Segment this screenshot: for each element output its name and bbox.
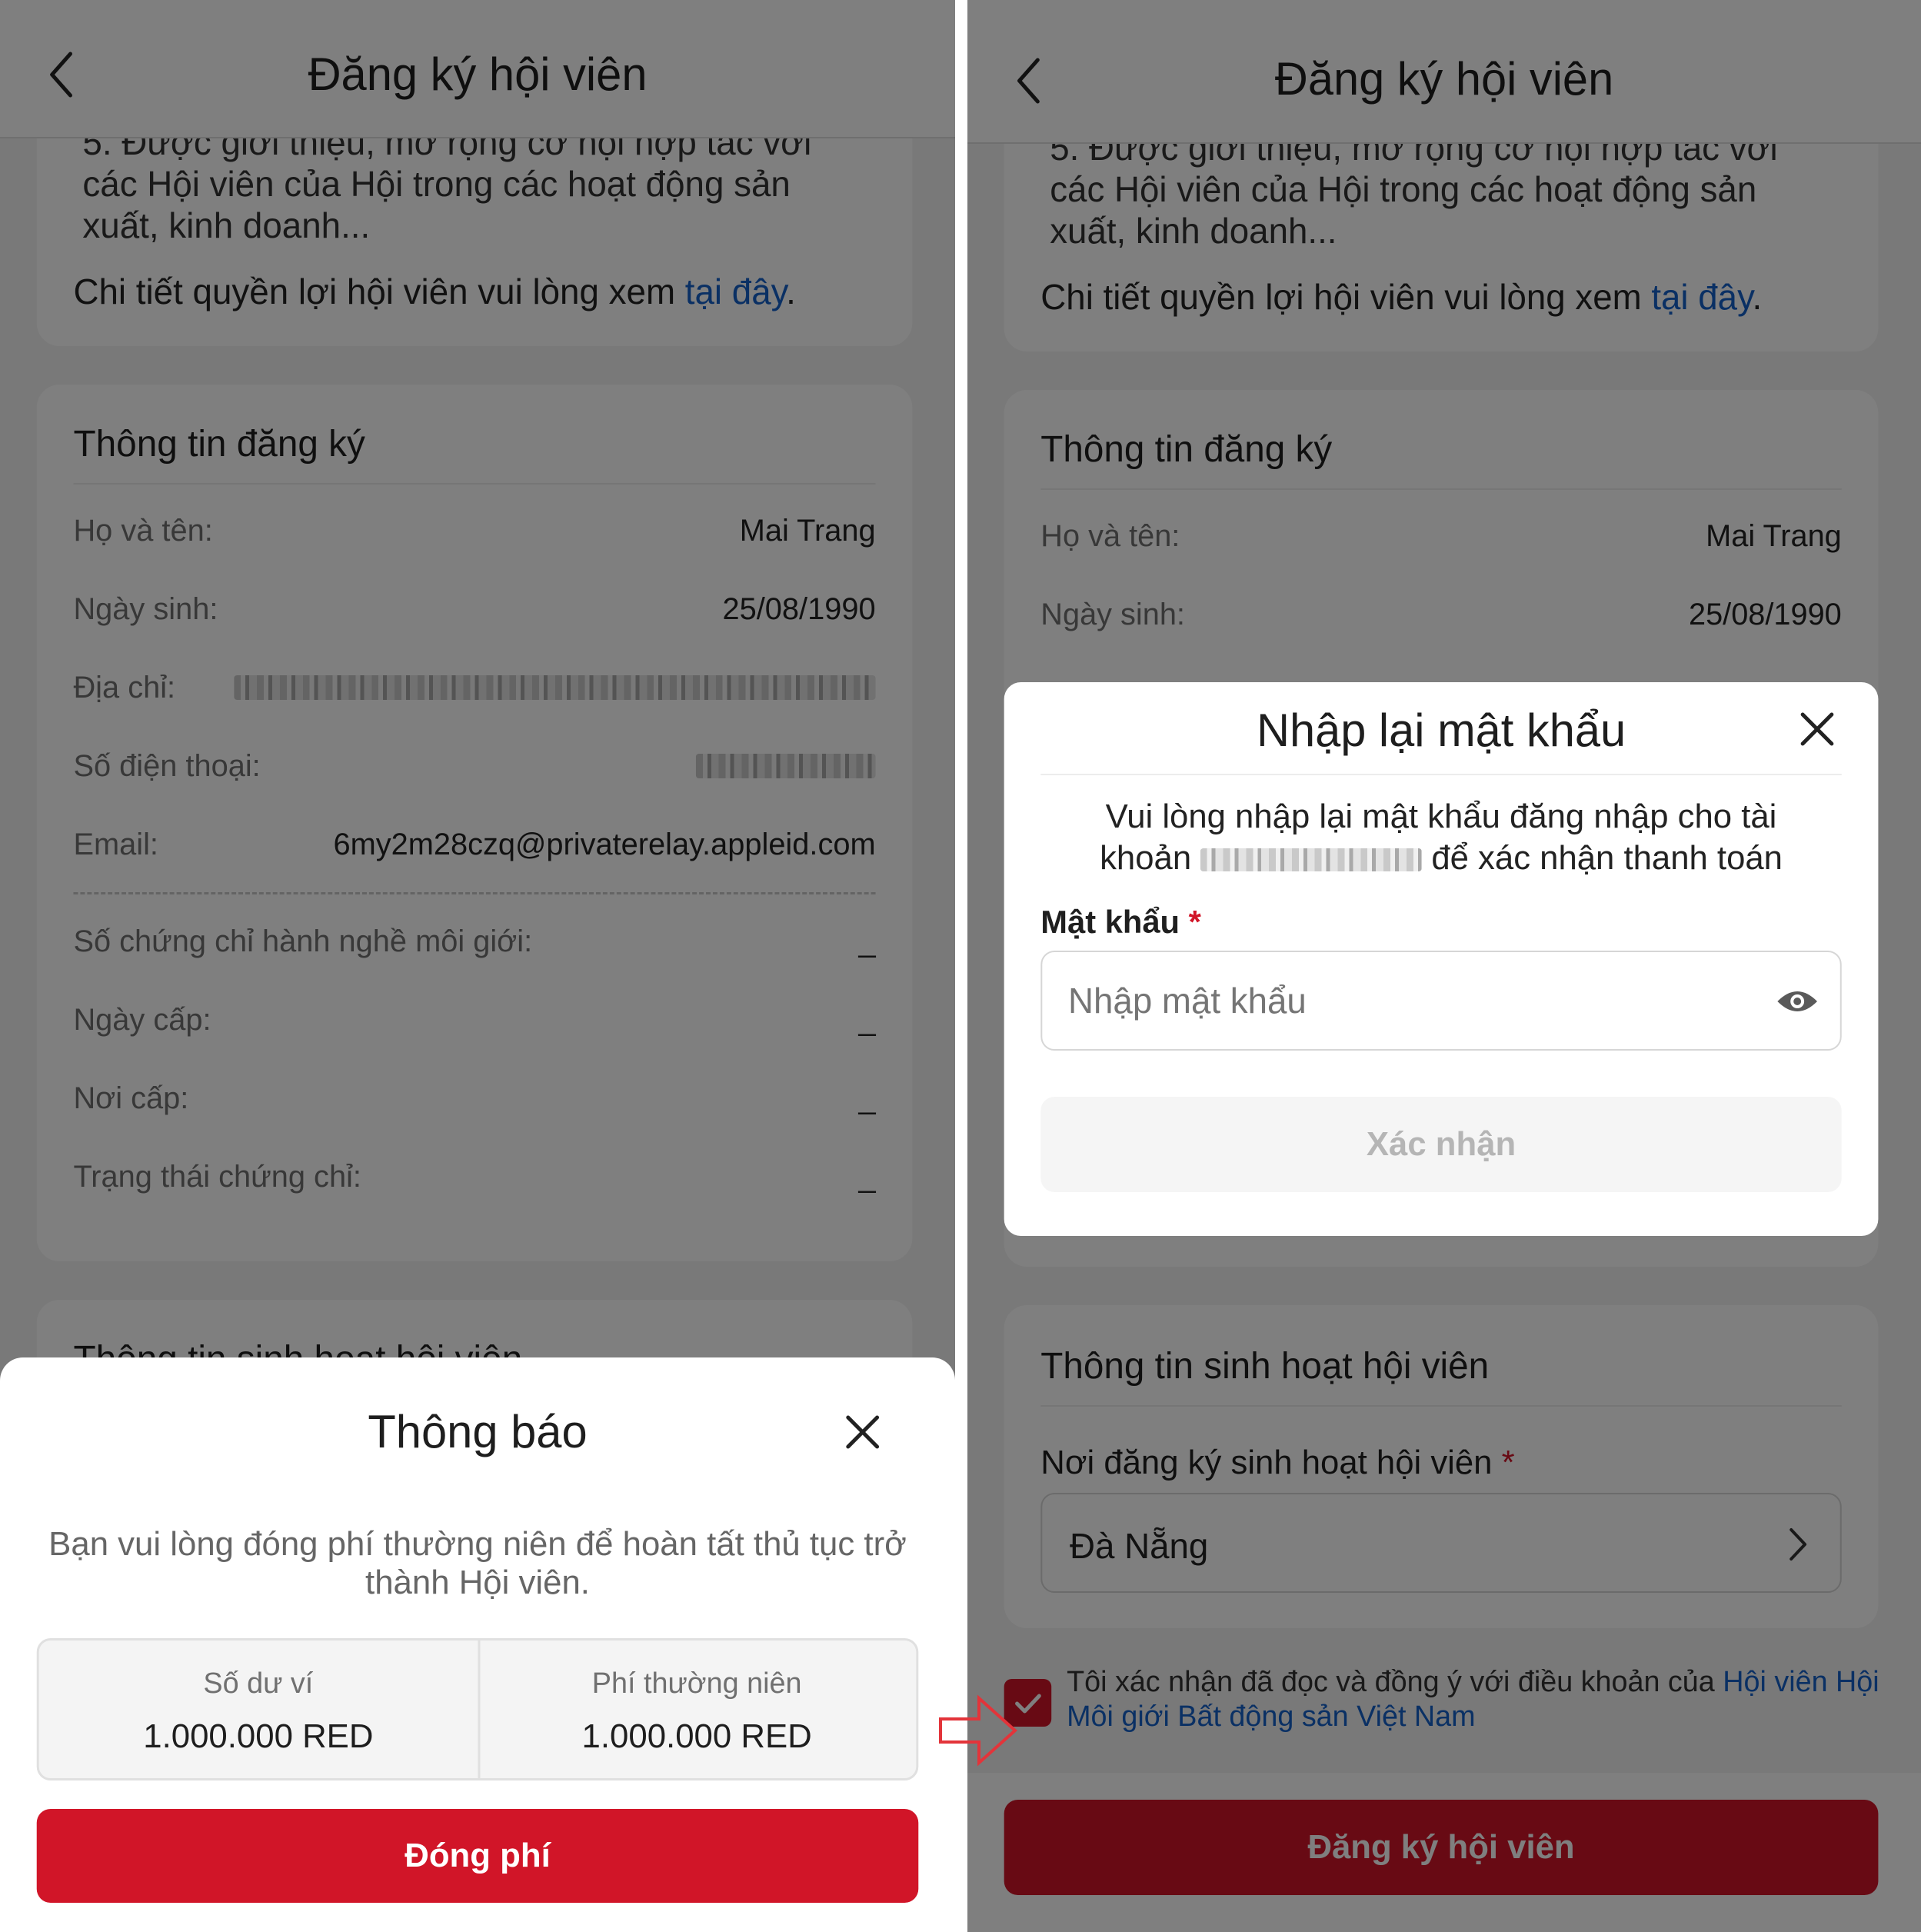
password-label-text: Mật khẩu (1040, 904, 1180, 940)
close-icon (846, 1415, 880, 1449)
modal-message-line2: khoản để xác nhận thanh toán (1004, 839, 1879, 878)
modal-message-line1: Vui lòng nhập lại mật khẩu đăng nhập cho… (1105, 798, 1777, 835)
notice-title: Thông báo (368, 1406, 588, 1457)
confirm-button[interactable]: Xác nhận (1040, 1097, 1842, 1192)
modal-title: Nhập lại mật khẩu (1256, 705, 1626, 756)
fee-value: 1.000.000 RED (581, 1717, 812, 1755)
required-mark: * (1188, 904, 1201, 940)
red-arrow-icon (939, 1694, 1018, 1767)
account-redacted (1200, 848, 1423, 872)
box-divider (478, 1641, 480, 1778)
modal-title-divider (1040, 774, 1842, 775)
password-label: Mật khẩu * (1040, 904, 1201, 941)
fee-label: Phí thường niên (591, 1667, 802, 1700)
notice-sheet: Thông báo Bạn vui lòng đóng phí thường n… (0, 1357, 955, 1932)
password-field (1040, 951, 1842, 1051)
eye-icon[interactable] (1776, 986, 1819, 1017)
fee-summary-box: Số dư ví 1.000.000 RED Phí thường niên 1… (36, 1638, 919, 1780)
close-icon (1800, 712, 1834, 746)
notice-close-button[interactable] (844, 1413, 882, 1451)
balance-label: Số dư ví (203, 1667, 314, 1700)
balance-value: 1.000.000 RED (143, 1717, 374, 1755)
message-part2: khoản (1100, 839, 1192, 877)
notice-message: Bạn vui lòng đóng phí thường niên để hoà… (48, 1525, 907, 1601)
message-part3: để xác nhận thanh toán (1431, 839, 1783, 877)
pay-button[interactable]: Đóng phí (36, 1809, 919, 1903)
modal-close-button[interactable] (1798, 710, 1836, 748)
password-modal: Nhập lại mật khẩu Vui lòng nhập lại mật … (1004, 682, 1879, 1236)
right-screen: Đăng ký hội viên 5. Được giới thiệu, mở … (967, 0, 1921, 1932)
panel-divider (955, 0, 967, 1932)
left-screen: Đăng ký hội viên 5. Được giới thiệu, mở … (0, 0, 955, 1932)
password-input[interactable] (1068, 974, 1740, 1028)
